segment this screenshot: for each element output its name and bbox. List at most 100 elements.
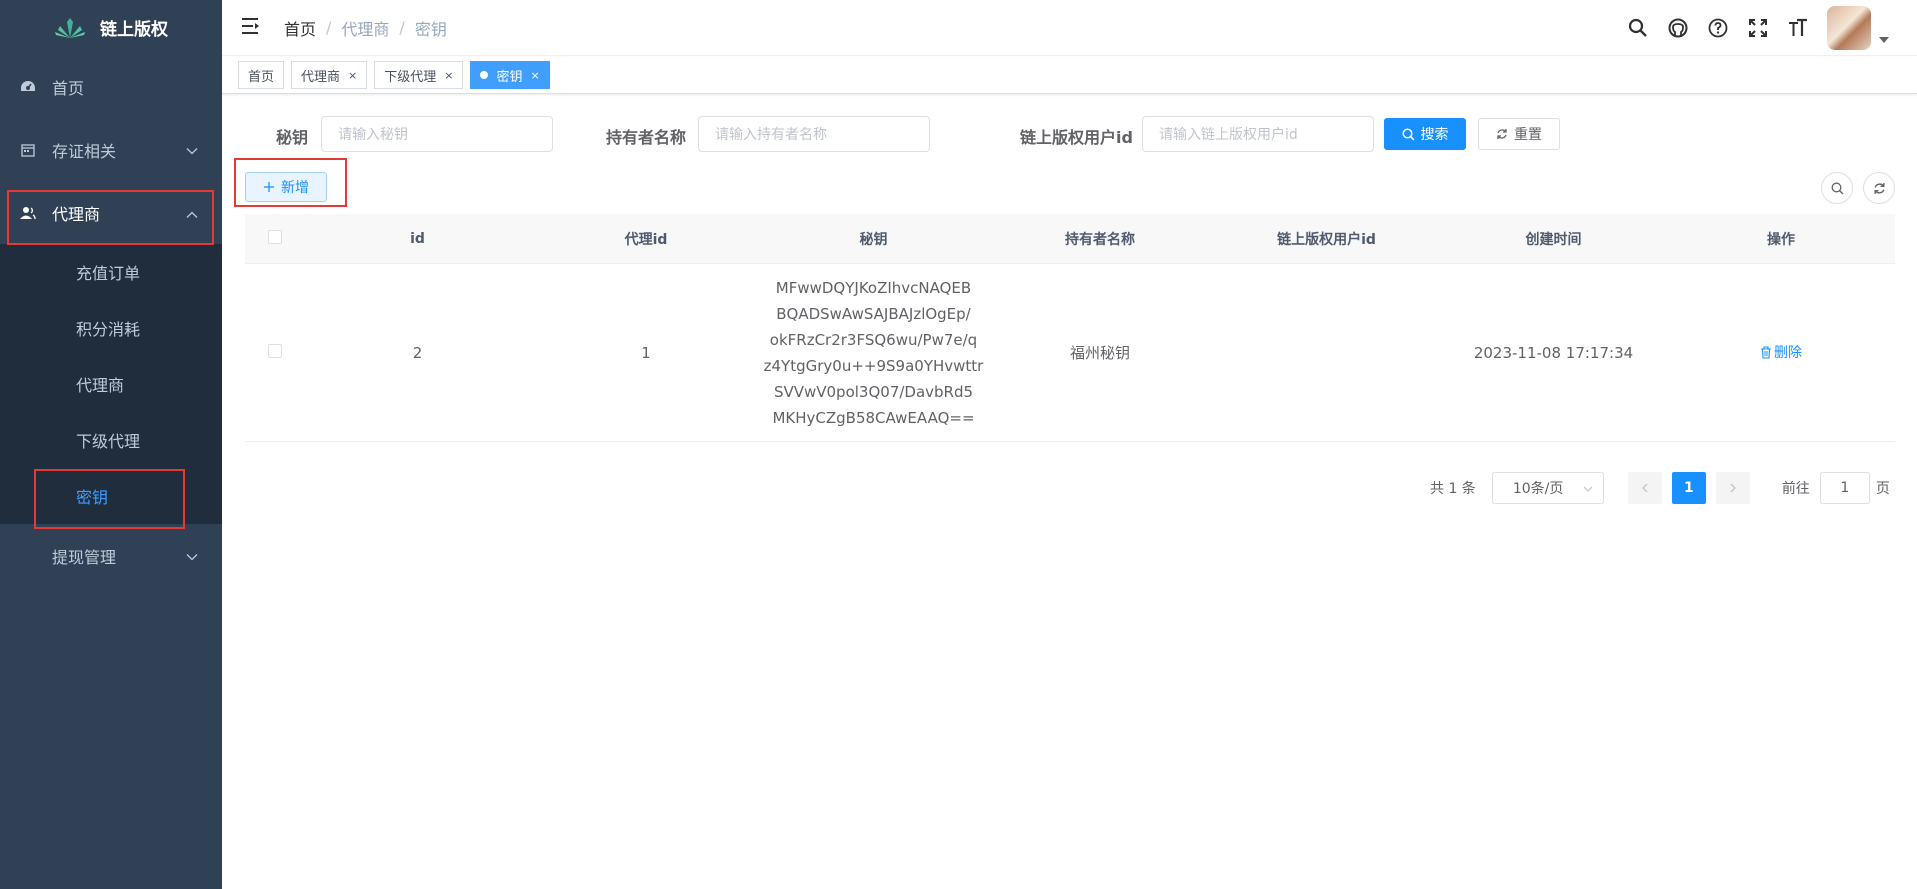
sidebar-subitem-label: 积分消耗 (76, 320, 141, 339)
add-button[interactable]: 新增 (245, 172, 327, 202)
search-form: 秘钥 请输入秘钥 持有者名称 请输入持有者名称 链上版权用户id 请输入链上版权… (222, 100, 1917, 170)
trash-icon (1761, 346, 1771, 359)
sidebar-subitem-label: 密钥 (76, 488, 109, 507)
checkbox[interactable] (268, 343, 282, 358)
chevron-right-icon (1730, 483, 1736, 493)
prev-page-button[interactable] (1627, 472, 1662, 504)
blank-icon (20, 548, 36, 564)
tag-sub-agent[interactable]: 下级代理 × (374, 61, 464, 89)
column-header: 操作 (1767, 231, 1795, 248)
breadcrumb-agent[interactable]: 代理商 (341, 16, 389, 40)
user-icon (20, 205, 36, 221)
app-title: 链上版权 (100, 20, 168, 40)
dashboard-icon (20, 79, 36, 95)
page-size-select[interactable]: 10条/页 (1491, 472, 1604, 504)
search-button[interactable]: 搜索 (1384, 118, 1466, 150)
tag-label: 首页 (248, 69, 275, 85)
column-header: 持有者名称 (1065, 231, 1135, 248)
sidebar-item-agent[interactable]: 代理商 (0, 181, 222, 244)
table-row: 2 1 MFwwDQYJKoZIhvcNAQEB BQADSwAwSAJBAJz… (245, 264, 1895, 442)
add-button-label: 新增 (281, 180, 309, 196)
github-icon[interactable] (1667, 17, 1689, 39)
avatar[interactable] (1827, 6, 1871, 50)
data-table: id 代理id 秘钥 持有者名称 链上版权用户id 创建时间 操作 2 1 MF… (245, 214, 1895, 442)
close-icon[interactable]: × (531, 69, 540, 82)
sidebar-subitem-keys[interactable]: 密钥 (0, 468, 222, 524)
key-line: MKHyCZgB58CAwEAAQ== (772, 408, 975, 427)
column-header: 创建时间 (1525, 231, 1582, 248)
search-button-label: 搜索 (1420, 127, 1449, 143)
holder-input[interactable]: 请输入持有者名称 (698, 116, 930, 152)
key-line: MFwwDQYJKoZIhvcNAQEB (775, 278, 972, 297)
toggle-search-button[interactable] (1821, 172, 1853, 204)
goto-page-input[interactable]: 1 (1819, 472, 1870, 504)
tag-agent[interactable]: 代理商 × (291, 61, 368, 89)
sidebar-item-evidence[interactable]: 存证相关 (0, 118, 222, 181)
question-icon[interactable] (1707, 17, 1729, 39)
delete-button[interactable]: 删除 (1760, 342, 1802, 362)
table-header: id 代理id 秘钥 持有者名称 链上版权用户id 创建时间 操作 (245, 214, 1895, 264)
refresh-icon (1873, 182, 1885, 194)
breadcrumb-home[interactable]: 首页 (284, 16, 316, 40)
cell-agent-id: 1 (641, 343, 651, 362)
sidebar-item-label: 代理商 (52, 204, 101, 224)
pagination: 共 1 条 10条/页 1 前往 1 页 (1430, 472, 1890, 504)
reset-button[interactable]: 重置 (1478, 118, 1560, 150)
navbar-tools (1627, 0, 1889, 56)
column-header: 秘钥 (859, 231, 888, 248)
key-line: z4YtgGry0u++9S9a0YHvwttr (763, 356, 984, 375)
search-icon[interactable] (1627, 17, 1649, 39)
sidebar-subitem-agents[interactable]: 代理商 (0, 356, 222, 412)
holder-label: 持有者名称 (606, 128, 687, 147)
column-header: 链上版权用户id (1277, 231, 1376, 248)
sidebar-item-home[interactable]: 首页 (0, 55, 222, 118)
key-label: 秘钥 (276, 128, 309, 147)
hamburger-icon[interactable] (242, 17, 264, 39)
key-input[interactable]: 请输入秘钥 (321, 116, 553, 152)
tag-home[interactable]: 首页 (238, 61, 285, 89)
checkbox[interactable] (268, 229, 282, 244)
tag-label: 代理商 (301, 69, 341, 85)
column-header: 代理id (624, 231, 668, 248)
cell-key: MFwwDQYJKoZIhvcNAQEB BQADSwAwSAJBAJzlOgE… (762, 275, 985, 431)
sidebar-subitem-sub-agents[interactable]: 下级代理 (0, 412, 222, 468)
close-icon[interactable]: × (348, 69, 357, 82)
close-icon[interactable]: × (444, 69, 453, 82)
search-icon (1401, 127, 1415, 141)
header-select-all[interactable] (245, 229, 305, 248)
plus-icon (264, 182, 274, 192)
chevron-left-icon (1641, 483, 1648, 493)
logo-icon (55, 17, 85, 38)
user-id-input[interactable]: 请输入链上版权用户id (1142, 116, 1374, 152)
key-line: BQADSwAwSAJBAJzlOgEp/ (776, 304, 971, 323)
logo[interactable]: 链上版权 (0, 0, 222, 55)
caret-down-icon[interactable] (1879, 37, 1889, 43)
goto-suffix: 页 (1875, 481, 1890, 497)
row-select[interactable] (245, 343, 305, 362)
user-id-label: 链上版权用户id (1020, 128, 1133, 147)
breadcrumb-separator: / (399, 18, 405, 37)
active-dot-icon (480, 71, 489, 79)
chevron-up-icon (186, 203, 198, 222)
refresh-icon (1497, 129, 1507, 139)
sidebar-item-withdraw[interactable]: 提现管理 (0, 524, 222, 587)
page-number-button[interactable]: 1 (1671, 472, 1706, 504)
sidebar-subitem-recharge-orders[interactable]: 充值订单 (0, 244, 222, 300)
column-header: id (410, 230, 425, 247)
sidebar-subitem-points-usage[interactable]: 积分消耗 (0, 300, 222, 356)
reset-button-label: 重置 (1514, 127, 1542, 143)
key-line: SVVwV0pol3Q07/DavbRd5 (773, 382, 974, 401)
tag-keys[interactable]: 密钥 × (470, 61, 550, 89)
chevron-down-icon (186, 546, 198, 565)
tag-label: 下级代理 (384, 69, 437, 85)
tag-label: 密钥 (496, 69, 523, 85)
cell-actions: 删除 (1669, 342, 1893, 363)
next-page-button[interactable] (1715, 472, 1750, 504)
fullscreen-icon[interactable] (1747, 17, 1769, 39)
breadcrumb-separator: / (326, 18, 332, 37)
breadcrumb-current: 密钥 (414, 19, 447, 39)
font-size-icon[interactable] (1787, 17, 1809, 39)
refresh-button[interactable] (1863, 172, 1895, 204)
goto-prefix: 前往 (1781, 481, 1810, 497)
chevron-down-icon (186, 140, 198, 159)
